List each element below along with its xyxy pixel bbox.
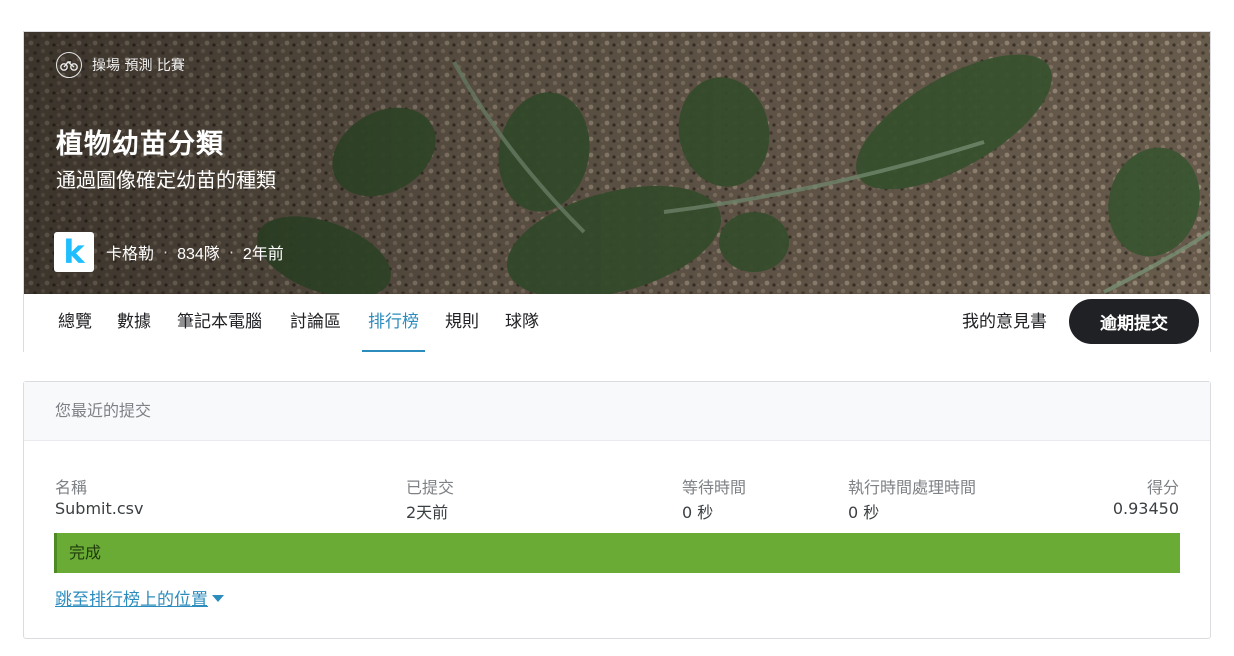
tab-rules[interactable]: 規則 — [445, 294, 479, 352]
competition-banner: 操場 預測 比賽 植物幼苗分類 通過圖像確定幼苗的種類 k 卡格勒 · 834隊… — [24, 32, 1210, 294]
team-count: 834隊 — [177, 246, 220, 263]
jump-to-leaderboard-link[interactable]: 跳至排行榜上的位置 — [55, 585, 224, 610]
submission-filename: Submit.csv — [55, 499, 144, 518]
separator-dot: · — [163, 242, 169, 262]
bicycle-icon — [56, 52, 82, 78]
tab-notebooks[interactable]: 筆記本電腦 — [177, 294, 262, 352]
column-header-submitted: 已提交 — [406, 478, 455, 497]
competition-tags: 操場 預測 比賽 — [56, 52, 185, 78]
caret-down-icon[interactable] — [212, 595, 224, 602]
column-header-score: 得分 — [1146, 478, 1179, 497]
competition-subtitle: 通過圖像確定幼苗的種類 — [56, 168, 276, 192]
competition-header-card: 操場 預測 比賽 植物幼苗分類 通過圖像確定幼苗的種類 k 卡格勒 · 834隊… — [23, 31, 1211, 352]
recent-submission-panel: 您最近的提交 名稱 已提交 等待時間 執行時間處理時間 得分 Submit.cs… — [23, 381, 1211, 639]
panel-heading: 您最近的提交 — [24, 382, 1210, 441]
competition-tabs: 總覽 數據 筆記本電腦 討論區 排行榜 規則 球隊 我的意見書 逾期提交 — [24, 294, 1210, 352]
submission-time: 2天前 — [406, 503, 449, 522]
my-submissions-link[interactable]: 我的意見書 — [962, 294, 1047, 352]
submission-exec-time: 0 秒 — [848, 503, 880, 522]
jump-link-label[interactable]: 跳至排行榜上的位置 — [55, 585, 208, 610]
column-header-wait-time: 等待時間 — [682, 478, 747, 497]
tab-team[interactable]: 球隊 — [505, 294, 539, 352]
competition-meta: k 卡格勒 · 834隊 · 2年前 — [54, 232, 284, 272]
tab-discussion[interactable]: 討論區 — [290, 294, 341, 352]
separator-dot: · — [228, 242, 234, 262]
tag-list: 操場 預測 比賽 — [92, 58, 185, 74]
column-header-exec-time: 執行時間處理時間 — [848, 478, 977, 497]
competition-age: 2年前 — [242, 246, 284, 263]
tab-overview[interactable]: 總覽 — [58, 294, 92, 352]
column-header-name: 名稱 — [55, 478, 88, 497]
submission-status-bar: 完成 — [54, 533, 1180, 573]
host-logo[interactable]: k — [54, 232, 94, 272]
tab-data[interactable]: 數據 — [117, 294, 151, 352]
submission-wait-time: 0 秒 — [682, 503, 714, 522]
competition-title: 植物幼苗分類 — [56, 129, 224, 160]
submission-score: 0.93450 — [1112, 499, 1179, 518]
host-name[interactable]: 卡格勒 — [106, 240, 154, 264]
tab-leaderboard[interactable]: 排行榜 — [362, 294, 425, 352]
late-submission-button[interactable]: 逾期提交 — [1069, 299, 1199, 344]
